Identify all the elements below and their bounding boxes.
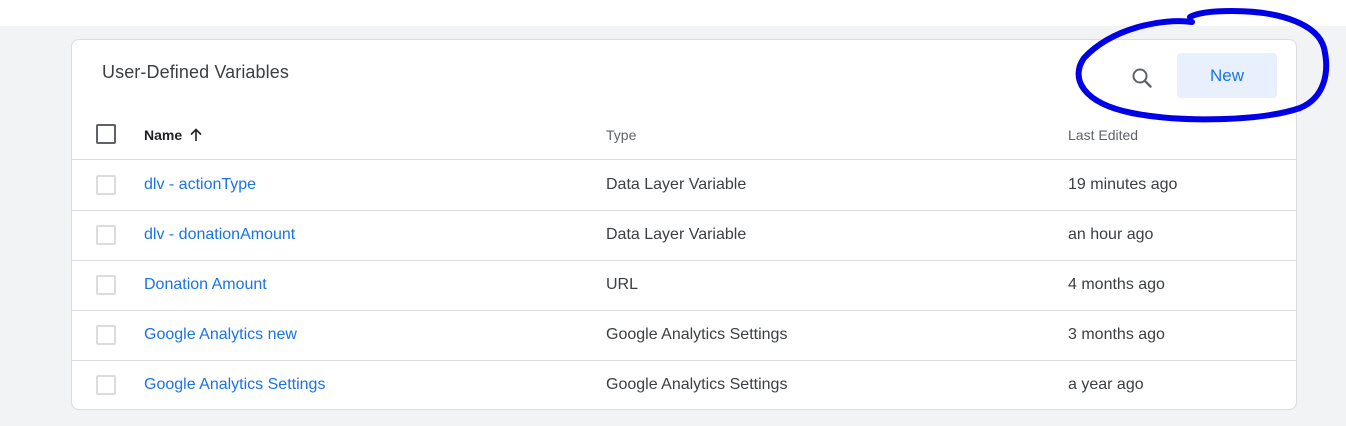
table-header: Name Type Last Edited xyxy=(72,111,1296,160)
top-bar xyxy=(0,0,1346,26)
variable-last-edited: an hour ago xyxy=(1068,226,1154,243)
select-all-checkbox[interactable] xyxy=(96,124,116,144)
column-header-name[interactable]: Name xyxy=(144,127,204,143)
column-header-last-edited[interactable]: Last Edited xyxy=(1068,127,1138,143)
row-checkbox[interactable] xyxy=(96,325,116,345)
variable-last-edited: 19 minutes ago xyxy=(1068,176,1178,193)
variable-name-link[interactable]: dlv - donationAmount xyxy=(144,226,295,244)
variable-name-link[interactable]: Donation Amount xyxy=(144,276,267,294)
variable-last-edited: 3 months ago xyxy=(1068,326,1165,343)
variable-last-edited: 4 months ago xyxy=(1068,276,1165,293)
variable-type: Google Analytics Settings xyxy=(606,376,788,393)
column-header-type[interactable]: Type xyxy=(606,127,636,143)
variable-type: Data Layer Variable xyxy=(606,176,747,193)
row-checkbox[interactable] xyxy=(96,275,116,295)
variables-card: User-Defined Variables New Name Type Las… xyxy=(71,39,1297,410)
arrow-up-icon xyxy=(190,128,202,141)
column-header-name-label: Name xyxy=(144,127,183,143)
row-checkbox[interactable] xyxy=(96,225,116,245)
new-button[interactable]: New xyxy=(1177,53,1277,98)
table-row[interactable]: dlv - donationAmount Data Layer Variable… xyxy=(72,210,1296,261)
search-button[interactable] xyxy=(1126,62,1158,94)
variable-name-link[interactable]: Google Analytics Settings xyxy=(144,376,325,394)
row-checkbox[interactable] xyxy=(96,375,116,395)
table-row[interactable]: Google Analytics Settings Google Analyti… xyxy=(72,360,1296,410)
search-icon xyxy=(1132,68,1152,88)
variable-type: Google Analytics Settings xyxy=(606,326,788,343)
card-title: User-Defined Variables xyxy=(102,62,289,82)
variable-type: Data Layer Variable xyxy=(606,226,747,243)
table-row[interactable]: Donation Amount URL 4 months ago xyxy=(72,260,1296,311)
table-row[interactable]: Google Analytics new Google Analytics Se… xyxy=(72,310,1296,361)
table-row[interactable]: dlv - actionType Data Layer Variable 19 … xyxy=(72,160,1296,211)
row-checkbox[interactable] xyxy=(96,175,116,195)
variable-name-link[interactable]: dlv - actionType xyxy=(144,176,256,194)
variable-last-edited: a year ago xyxy=(1068,376,1144,393)
variable-type: URL xyxy=(606,276,639,293)
variable-name-link[interactable]: Google Analytics new xyxy=(144,326,297,344)
